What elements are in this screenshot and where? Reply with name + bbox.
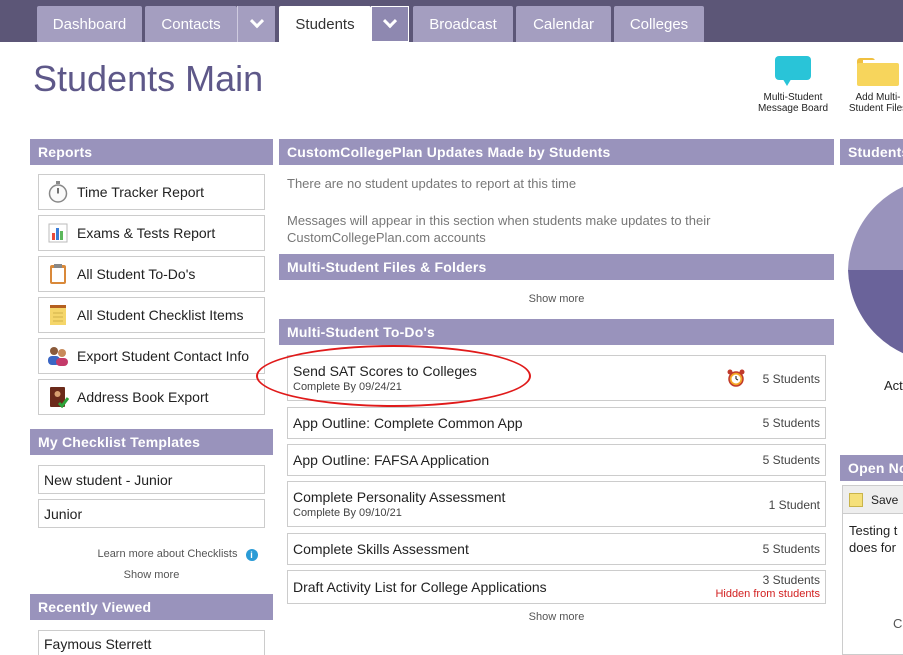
save-note-button[interactable]: Save	[843, 486, 903, 514]
report-export-contact[interactable]: Export Student Contact Info	[38, 338, 265, 374]
note-text: Testing t does for	[843, 514, 903, 556]
alarm-clock-icon	[726, 368, 746, 391]
checklists-show-more[interactable]: Show more	[30, 569, 273, 581]
note-text-line: Testing t	[849, 523, 898, 538]
tab-label: Colleges	[629, 15, 689, 33]
todo-item[interactable]: Draft Activity List for College Applicat…	[287, 570, 826, 604]
todos-show-more[interactable]: Show more	[279, 611, 834, 623]
notes-panel: Save Testing t does for C	[842, 485, 903, 655]
chevron-down-icon	[249, 14, 264, 29]
hidden-from-students-label: Hidden from students	[715, 588, 820, 600]
save-label: Save	[871, 492, 899, 507]
pie-slice	[848, 270, 903, 354]
todo-student-count: 5 Students	[762, 372, 820, 386]
tab-label: Students	[295, 15, 355, 33]
checklist-template-item[interactable]: Junior	[38, 499, 265, 528]
speech-bubble-icon	[773, 56, 813, 86]
learn-more-label: Learn more about Checklists	[97, 548, 238, 560]
recently-viewed-header: Recently Viewed	[30, 594, 273, 620]
tab-dashboard[interactable]: Dashboard	[37, 6, 142, 42]
students-header: Students	[840, 139, 903, 165]
todo-title: Complete Personality Assessment	[293, 489, 506, 505]
todo-title: App Outline: FAFSA Application	[293, 452, 490, 468]
reports-header: Reports	[30, 139, 273, 165]
page-title: Students Main	[33, 58, 264, 99]
students-dropdown-button[interactable]	[371, 6, 409, 42]
students-pie-chart	[848, 186, 903, 354]
todo-student-count: 5 Students	[762, 453, 820, 467]
chevron-down-icon	[382, 14, 398, 29]
report-time-tracker[interactable]: Time Tracker Report	[38, 174, 265, 210]
todo-item[interactable]: App Outline: Complete Common App 5 Stude…	[287, 407, 826, 439]
checklist-template-item[interactable]: New student - Junior	[38, 465, 265, 494]
report-label: All Student To-Do's	[77, 266, 196, 282]
highlight-annotation	[256, 345, 531, 407]
todos-header: Multi-Student To-Do's	[279, 319, 834, 345]
todo-student-count: 1 Student	[768, 498, 820, 512]
bar-chart-icon	[47, 222, 69, 244]
updates-header: CustomCollegePlan Updates Made by Studen…	[279, 139, 834, 165]
pie-legend-label: Act	[884, 378, 903, 393]
tab-label: Calendar	[533, 15, 594, 33]
folder-icon	[857, 56, 899, 86]
tab-label: Contacts	[161, 15, 221, 33]
recent-item-label: Faymous Sterrett	[44, 636, 152, 652]
add-files-label: Add Multi-Student Files	[848, 92, 903, 114]
todo-due-date: Complete By 09/10/21	[293, 507, 402, 519]
todo-item[interactable]: Complete Personality Assessment Complete…	[287, 481, 826, 527]
top-nav: Dashboard Contacts Students Broadcast Ca…	[0, 0, 903, 42]
report-address-book[interactable]: Address Book Export	[38, 379, 265, 415]
files-header: Multi-Student Files & Folders	[279, 254, 834, 280]
add-files-button[interactable]: Add Multi-Student Files	[838, 56, 903, 114]
report-label: Time Tracker Report	[77, 184, 205, 200]
report-label: All Student Checklist Items	[77, 307, 244, 323]
tab-calendar[interactable]: Calendar	[516, 6, 611, 42]
tab-colleges[interactable]: Colleges	[614, 6, 704, 42]
clipboard-icon	[47, 263, 69, 285]
report-checklist-items[interactable]: All Student Checklist Items	[38, 297, 265, 333]
tab-students[interactable]: Students	[279, 6, 371, 42]
sticky-note-icon	[849, 492, 863, 507]
todo-title: Complete Skills Assessment	[293, 541, 469, 557]
tab-contacts[interactable]: Contacts	[145, 6, 237, 42]
notepad-icon	[47, 304, 69, 326]
note-text-line: does for	[849, 540, 896, 555]
todo-title: App Outline: Complete Common App	[293, 415, 523, 431]
report-label: Address Book Export	[77, 389, 209, 405]
recent-item[interactable]: Faymous Sterrett	[38, 630, 265, 655]
open-notes-header: Open No	[840, 455, 903, 481]
learn-more-checklists-link[interactable]: Learn more about Checklists i	[95, 548, 260, 561]
report-label: Exams & Tests Report	[77, 225, 216, 241]
message-board-label: Multi-Student Message Board	[757, 92, 829, 114]
tab-broadcast[interactable]: Broadcast	[413, 6, 513, 42]
todo-student-count: 5 Students	[762, 416, 820, 430]
info-icon: i	[245, 549, 258, 561]
no-updates-text: There are no student updates to report a…	[287, 176, 577, 191]
report-exams-tests[interactable]: Exams & Tests Report	[38, 215, 265, 251]
todo-item[interactable]: App Outline: FAFSA Application 5 Student…	[287, 444, 826, 476]
stopwatch-icon	[47, 181, 69, 203]
pie-slice	[848, 186, 903, 270]
address-book-icon	[47, 386, 70, 409]
todo-item[interactable]: Complete Skills Assessment 5 Students	[287, 533, 826, 565]
people-icon	[47, 345, 69, 367]
message-board-button[interactable]: Multi-Student Message Board	[753, 56, 833, 114]
todo-student-count: 5 Students	[762, 542, 820, 556]
todo-student-count: 3 Students	[762, 573, 820, 587]
files-show-more[interactable]: Show more	[279, 293, 834, 305]
report-student-todos[interactable]: All Student To-Do's	[38, 256, 265, 292]
report-label: Export Student Contact Info	[77, 348, 249, 364]
tab-label: Broadcast	[429, 15, 497, 33]
checklist-templates-header: My Checklist Templates	[30, 429, 273, 455]
updates-note-text: Messages will appear in this section whe…	[287, 213, 711, 245]
note-bottom-text: C	[893, 616, 903, 631]
tab-label: Dashboard	[52, 15, 127, 33]
todo-title: Draft Activity List for College Applicat…	[293, 579, 547, 595]
contacts-dropdown-button[interactable]	[237, 6, 275, 42]
